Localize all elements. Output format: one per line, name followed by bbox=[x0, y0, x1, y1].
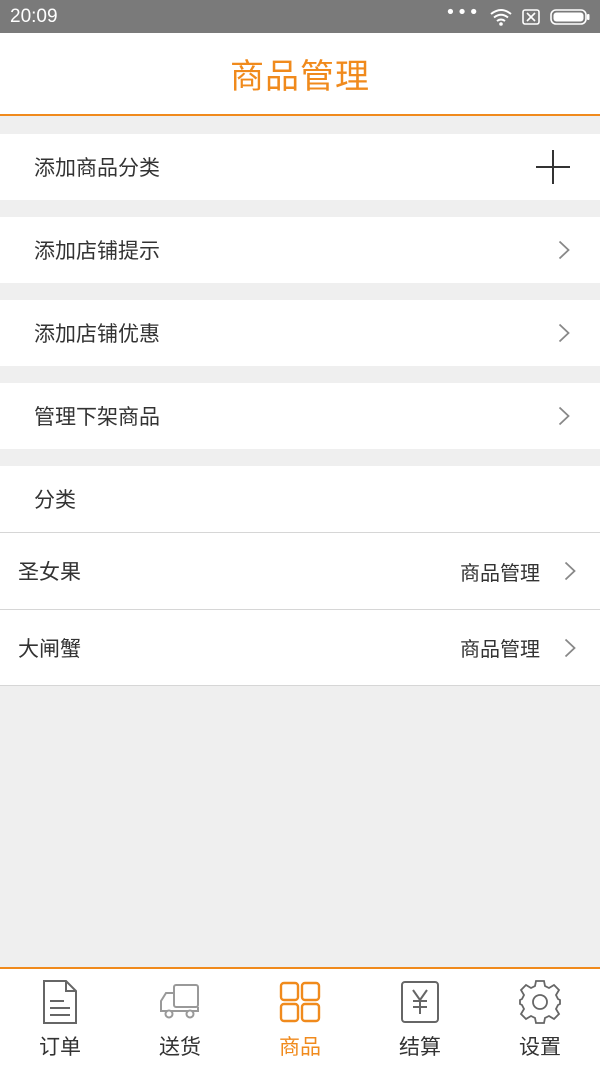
tab-settings[interactable]: 设置 bbox=[480, 969, 600, 1067]
menu-item-offshelf-goods[interactable]: 管理下架商品 bbox=[0, 383, 600, 449]
header: 商品管理 bbox=[0, 33, 600, 116]
menu-item-label: 管理下架商品 bbox=[34, 405, 160, 429]
tab-label: 结算 bbox=[399, 1035, 441, 1059]
gear-icon bbox=[519, 980, 561, 1024]
menu-item-shop-notice[interactable]: 添加店铺提示 bbox=[0, 217, 600, 283]
tab-orders[interactable]: 订单 bbox=[0, 969, 120, 1067]
menu-item-shop-discount[interactable]: 添加店铺优惠 bbox=[0, 300, 600, 366]
more-dots-icon: ••• bbox=[445, 1, 480, 23]
tab-settlement[interactable]: 结算 bbox=[360, 969, 480, 1067]
menu-item-label: 添加店铺提示 bbox=[34, 239, 160, 263]
order-doc-icon bbox=[43, 980, 77, 1024]
no-sim-icon bbox=[522, 8, 540, 25]
chevron-right-icon bbox=[564, 561, 576, 581]
yuan-settle-icon bbox=[401, 981, 439, 1023]
battery-icon bbox=[550, 8, 590, 25]
tab-label: 送货 bbox=[159, 1035, 201, 1059]
menu-item-label: 添加商品分类 bbox=[34, 156, 160, 180]
tab-goods[interactable]: 商品 bbox=[240, 969, 360, 1067]
category-manage-link[interactable]: 商品管理 bbox=[460, 557, 540, 586]
status-bar: 20:09 ••• bbox=[0, 0, 600, 33]
chevron-right-icon bbox=[558, 406, 570, 426]
page-title: 商品管理 bbox=[230, 57, 370, 97]
category-name: 圣女果 bbox=[18, 560, 81, 584]
menu-item-add-category[interactable]: 添加商品分类 bbox=[0, 134, 600, 200]
tab-label: 设置 bbox=[519, 1035, 561, 1059]
status-icons: ••• bbox=[445, 3, 590, 26]
bottom-tab-bar: 订单 送货 商品 结算 设置 bbox=[0, 967, 600, 1067]
goods-grid-icon bbox=[279, 981, 321, 1023]
status-time: 20:09 bbox=[10, 5, 58, 27]
category-section-title: 分类 bbox=[34, 488, 76, 512]
category-name: 大闸蟹 bbox=[18, 636, 81, 661]
tab-label: 商品 bbox=[279, 1035, 321, 1059]
plus-icon[interactable] bbox=[536, 150, 570, 184]
menu-item-label: 添加店铺优惠 bbox=[34, 322, 160, 346]
chevron-right-icon bbox=[558, 323, 570, 343]
tab-delivery[interactable]: 送货 bbox=[120, 969, 240, 1067]
chevron-right-icon bbox=[564, 638, 576, 657]
tab-label: 订单 bbox=[39, 1035, 81, 1059]
delivery-truck-icon bbox=[160, 984, 199, 1019]
wifi-icon bbox=[490, 8, 512, 26]
category-row[interactable]: 大闸蟹 商品管理 bbox=[0, 609, 600, 686]
category-manage-link[interactable]: 商品管理 bbox=[460, 633, 540, 662]
chevron-right-icon bbox=[558, 240, 570, 260]
category-section-header: 分类 bbox=[0, 466, 600, 532]
category-row[interactable]: 圣女果 商品管理 bbox=[0, 532, 600, 609]
